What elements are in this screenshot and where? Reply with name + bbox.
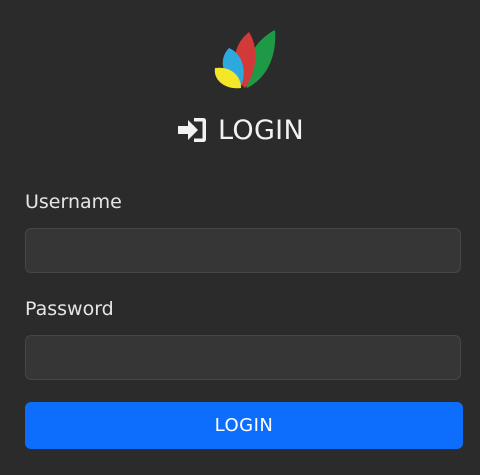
page-title-text: LOGIN [218, 114, 304, 146]
sign-in-icon [178, 118, 207, 142]
username-input[interactable] [25, 228, 461, 273]
username-label: Username [25, 191, 122, 213]
app-logo-icon [214, 30, 276, 89]
page-title: LOGIN [0, 112, 480, 148]
login-button[interactable]: LOGIN [25, 402, 463, 449]
password-label: Password [25, 298, 114, 320]
password-input[interactable] [25, 335, 461, 380]
